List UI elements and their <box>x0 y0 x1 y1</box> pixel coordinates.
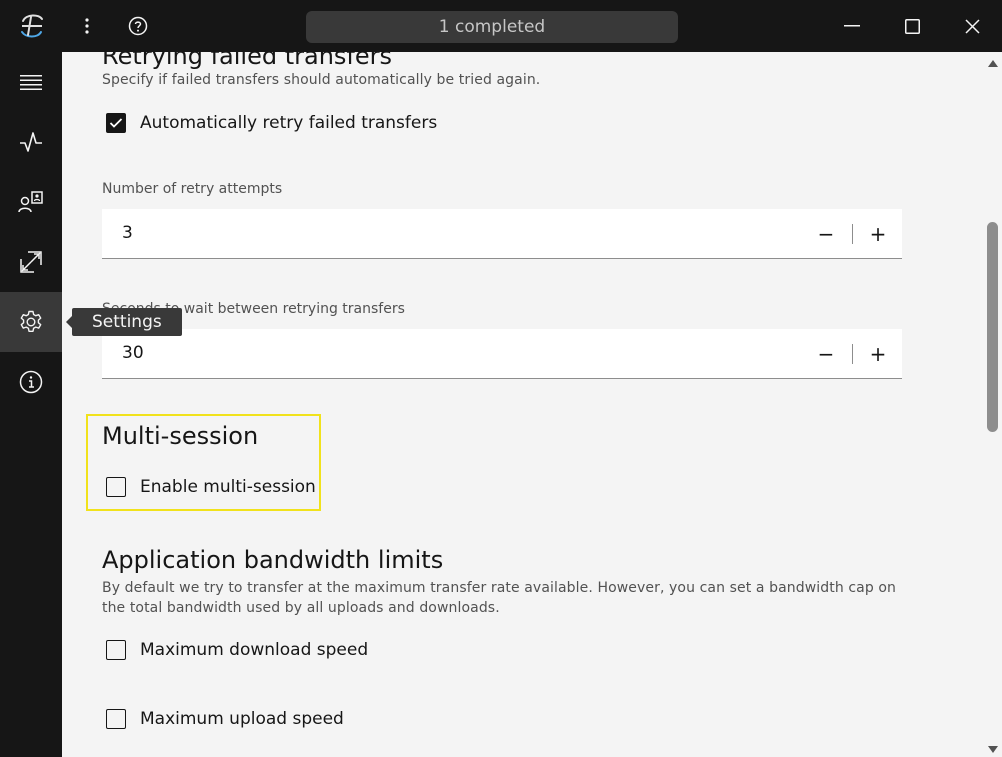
maximize-button[interactable] <box>882 0 942 52</box>
auto-retry-checkbox-row[interactable]: Automatically retry failed transfers <box>106 113 437 133</box>
scroll-up-arrow-icon[interactable] <box>987 58 999 68</box>
rail-item-transfers[interactable] <box>0 232 62 292</box>
rail-item-about[interactable] <box>0 352 62 412</box>
bandwidth-section-title: Application bandwidth limits <box>102 546 444 574</box>
retry-wait-decrement-button[interactable]: − <box>802 329 850 379</box>
rail-item-settings[interactable] <box>0 292 62 352</box>
auto-retry-label: Automatically retry failed transfers <box>140 113 438 133</box>
vertical-scrollbar[interactable] <box>984 52 1002 757</box>
multisession-section-title: Multi-session <box>102 422 259 450</box>
max-upload-checkbox[interactable] <box>106 709 126 729</box>
user-contacts-icon <box>18 191 43 213</box>
multisession-checkbox-row[interactable]: Enable multi-session <box>106 477 316 497</box>
settings-content: Retrying failed transfers Specify if fai… <box>62 52 984 757</box>
max-download-checkbox-row[interactable]: Maximum download speed <box>106 640 368 660</box>
info-icon <box>19 370 43 394</box>
title-bar: 1 completed <box>0 0 1002 52</box>
stepper-divider <box>852 344 853 364</box>
max-upload-checkbox-row[interactable]: Maximum upload speed <box>106 709 344 729</box>
scrollbar-thumb[interactable] <box>987 222 998 432</box>
max-download-checkbox[interactable] <box>106 640 126 660</box>
retry-attempts-field[interactable]: 3 − + <box>102 209 902 259</box>
multisession-label: Enable multi-session <box>140 477 316 497</box>
rail-item-activity[interactable] <box>0 112 62 172</box>
maximize-icon <box>904 18 920 34</box>
max-download-label: Maximum download speed <box>140 640 369 660</box>
settings-tooltip: Settings <box>66 308 182 336</box>
retry-attempts-label: Number of retry attempts <box>102 181 283 197</box>
bandwidth-description: By default we try to transfer at the max… <box>102 580 897 616</box>
retry-wait-increment-button[interactable]: + <box>854 329 902 379</box>
help-icon[interactable] <box>122 0 154 52</box>
kebab-menu-icon[interactable] <box>72 0 102 52</box>
activity-icon <box>20 132 42 152</box>
retry-wait-field[interactable]: 30 − + <box>102 329 902 379</box>
close-icon <box>964 18 980 34</box>
multisession-checkbox[interactable] <box>106 477 126 497</box>
scroll-down-arrow-icon[interactable] <box>987 744 999 754</box>
close-button[interactable] <box>942 0 1002 52</box>
minimize-button[interactable] <box>822 0 882 52</box>
gear-icon <box>20 310 42 332</box>
rail-item-menu[interactable] <box>0 52 62 112</box>
retry-description: Specify if failed transfers should autom… <box>102 72 541 88</box>
app-logo-icon <box>12 0 52 52</box>
checkmark-icon <box>109 118 123 128</box>
max-upload-label: Maximum upload speed <box>140 709 344 729</box>
side-rail <box>0 52 62 757</box>
auto-retry-checkbox[interactable] <box>106 113 126 133</box>
retry-attempts-increment-button[interactable]: + <box>854 209 902 259</box>
retry-attempts-value[interactable]: 3 <box>122 223 133 243</box>
retry-wait-value[interactable]: 30 <box>122 343 144 363</box>
stepper-divider <box>852 224 853 244</box>
retry-attempts-decrement-button[interactable]: − <box>802 209 850 259</box>
transfer-status-pill[interactable]: 1 completed <box>306 11 678 43</box>
transfer-icon <box>20 251 42 273</box>
hamburger-menu-icon <box>20 75 42 90</box>
minimize-icon <box>844 25 860 27</box>
rail-item-connections[interactable] <box>0 172 62 232</box>
retry-section-title: Retrying failed transfers <box>102 52 392 70</box>
